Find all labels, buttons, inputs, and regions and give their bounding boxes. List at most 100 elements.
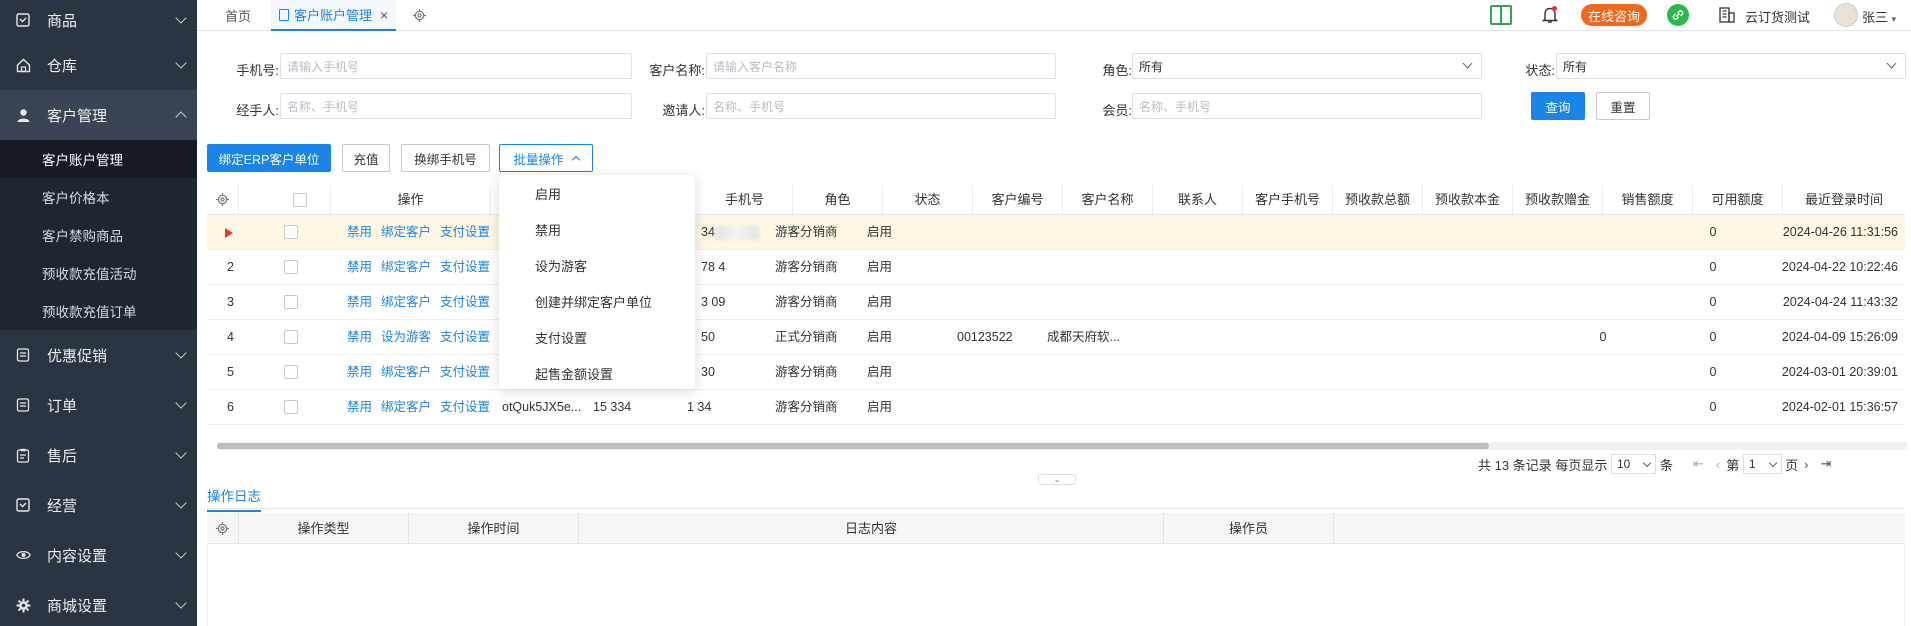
last-login-cell: 2024-04-24 11:43:32 <box>1782 295 1898 309</box>
handler-input[interactable]: 名称、手机号 <box>280 93 632 119</box>
online-consult-button[interactable]: 在线咨询 <box>1581 4 1648 26</box>
row-checkbox[interactable] <box>284 400 298 414</box>
payment-settings-link[interactable]: 支付设置 <box>440 295 490 309</box>
row-checkbox[interactable] <box>284 260 298 274</box>
bind-customer-link[interactable]: 绑定客户 <box>381 365 431 379</box>
menu-item-set-visitor[interactable]: 设为游客 <box>499 249 695 285</box>
scrollbar-thumb[interactable] <box>217 443 1489 449</box>
payment-settings-link[interactable]: 支付设置 <box>440 365 490 379</box>
bind-customer-link[interactable]: 绑定客户 <box>381 260 431 274</box>
sidebar-subitem-prepay-orders[interactable]: 预收款充值订单 <box>0 292 197 330</box>
chevron-up-icon <box>175 111 187 123</box>
status-select[interactable]: 所有 <box>1556 53 1906 79</box>
batch-operation-button[interactable]: 批量操作 <box>499 144 593 172</box>
horizontal-scrollbar[interactable] <box>217 442 1907 450</box>
bind-customer-link[interactable]: 绑定客户 <box>381 400 431 414</box>
disable-link[interactable]: 禁用 <box>347 225 372 239</box>
disable-link[interactable]: 禁用 <box>347 295 372 309</box>
chevron-down-icon: ▾ <box>1891 14 1897 24</box>
table-row[interactable]: 3 禁用 绑定客户 支付设置 3 09 游客分销商 启用 0 2024-04-24 … <box>207 285 1905 320</box>
page-select[interactable]: 1 <box>1742 454 1782 474</box>
table-row[interactable]: 4 禁用 设为游客 支付设置 50 正式分销商 启用 00123522 成都天府软.… <box>207 320 1905 355</box>
panel-splitter-handle[interactable]: ⌄ <box>1038 474 1076 485</box>
bell-icon[interactable] <box>1541 6 1559 23</box>
payment-settings-link[interactable]: 支付设置 <box>440 400 490 414</box>
menu-item-min-amount[interactable]: 起售金额设置 <box>499 357 695 393</box>
payment-settings-link[interactable]: 支付设置 <box>440 260 490 274</box>
sidebar-item-mall-settings[interactable]: 商城设置 <box>0 580 197 626</box>
select-all-checkbox[interactable] <box>293 193 307 207</box>
menu-item-payment-settings[interactable]: 支付设置 <box>499 321 695 357</box>
user-menu[interactable]: 张三 ▾ <box>1862 7 1896 26</box>
tab-settings-gear-icon[interactable] <box>412 0 427 31</box>
prev-page-icon[interactable]: ‹ <box>1716 457 1720 472</box>
sidebar-item-orders[interactable]: 订单 <box>0 380 197 430</box>
tab-customer-account[interactable]: 客户账户管理 × <box>271 0 397 31</box>
sidebar-subitem-account[interactable]: 客户账户管理 <box>0 140 197 178</box>
sidebar-item-customer[interactable]: 客户管理 <box>0 90 197 140</box>
disable-link[interactable]: 禁用 <box>347 260 372 274</box>
list-icon <box>15 347 31 363</box>
first-page-icon[interactable]: ⇤ <box>1693 456 1704 472</box>
table-row[interactable]: 6 禁用 绑定客户 支付设置 otQuk5JX5e... 15 334 1 34 游… <box>207 390 1905 425</box>
row-index-header <box>239 185 269 215</box>
avatar[interactable] <box>1834 3 1858 27</box>
wechat-link-icon[interactable] <box>1667 4 1689 26</box>
row-checkbox[interactable] <box>284 295 298 309</box>
payment-settings-link[interactable]: 支付设置 <box>440 225 490 239</box>
sidebar-item-aftersale[interactable]: 售后 <box>0 430 197 480</box>
chevron-down-icon <box>175 397 187 409</box>
bind-customer-link[interactable]: 绑定客户 <box>381 295 431 309</box>
sidebar-item-content[interactable]: 内容设置 <box>0 530 197 580</box>
menu-item-create-bind-unit[interactable]: 创建并绑定客户单位 <box>499 285 695 321</box>
recharge-button[interactable]: 充值 <box>342 144 390 172</box>
disable-link[interactable]: 禁用 <box>347 330 372 344</box>
disable-link[interactable]: 禁用 <box>347 400 372 414</box>
col-contact: 联系人 <box>1153 185 1243 215</box>
last-page-icon[interactable]: ⇥ <box>1821 456 1832 472</box>
table-row[interactable]: 禁用 绑定客户 支付设置 34 游客分销商 启用 0 2024-04-26 11:3… <box>207 215 1905 250</box>
log-column-settings-gear-icon[interactable] <box>207 513 239 544</box>
sidebar-subitem-prepay-activity[interactable]: 预收款充值活动 <box>0 254 197 292</box>
role-select[interactable]: 所有 <box>1132 53 1482 79</box>
column-settings-gear-icon[interactable] <box>207 185 239 215</box>
sidebar-subitem-banned[interactable]: 客户禁购商品 <box>0 216 197 254</box>
menu-item-disable[interactable]: 禁用 <box>499 213 695 249</box>
pagination: 共 13 条记录 每页显示 10 条 ⇤ ‹ 第 1 页 › ⇥ <box>1478 453 1837 475</box>
row-actions: 禁用 绑定客户 支付设置 <box>347 250 507 285</box>
per-page-label: 每页显示 <box>1555 457 1608 473</box>
sidebar-item-goods[interactable]: 商品 <box>0 0 197 40</box>
tab-home[interactable]: 首页 <box>225 0 251 31</box>
table-row[interactable]: 5 禁用 绑定客户 支付设置 30 游客分销商 启用 0 2024-03-01 20… <box>207 355 1905 390</box>
sidebar-item-promo[interactable]: 优惠促销 <box>0 330 197 380</box>
close-icon[interactable]: × <box>380 7 388 23</box>
query-button[interactable]: 查询 <box>1531 92 1585 120</box>
bind-erp-button[interactable]: 绑定ERP客户单位 <box>207 144 331 172</box>
role-cell: 正式分销商 <box>775 330 838 344</box>
menu-item-enable[interactable]: 启用 <box>499 177 695 213</box>
customer-name-input[interactable]: 请输入客户名称 <box>706 53 1056 79</box>
sidebar-item-warehouse[interactable]: 仓库 <box>0 40 197 90</box>
set-visitor-link[interactable]: 设为游客 <box>381 330 431 344</box>
row-checkbox[interactable] <box>284 330 298 344</box>
disable-link[interactable]: 禁用 <box>347 365 372 379</box>
reset-button[interactable]: 重置 <box>1596 92 1650 120</box>
bind-customer-link[interactable]: 绑定客户 <box>381 225 431 239</box>
sidebar-item-business[interactable]: 经营 <box>0 480 197 530</box>
member-input[interactable]: 名称、手机号 <box>1132 93 1482 119</box>
phone-input[interactable]: 请输入手机号 <box>280 53 632 79</box>
clipboard-icon <box>15 447 31 463</box>
per-page-select[interactable]: 10 <box>1610 454 1657 474</box>
payment-settings-link[interactable]: 支付设置 <box>440 330 490 344</box>
log-col-operator: 操作员 <box>1164 513 1334 544</box>
log-col-time: 操作时间 <box>409 513 579 544</box>
change-phone-button[interactable]: 换绑手机号 <box>401 144 490 172</box>
book-icon[interactable] <box>1490 5 1512 25</box>
next-page-icon[interactable]: › <box>1804 457 1808 472</box>
company-name[interactable]: 云订货测试 <box>1745 7 1810 26</box>
table-row[interactable]: 2 禁用 绑定客户 支付设置 78 4 游客分销商 启用 0 2024-04-22 … <box>207 250 1905 285</box>
row-checkbox[interactable] <box>284 365 298 379</box>
inviter-input[interactable]: 名称、手机号 <box>706 93 1056 119</box>
sidebar-subitem-pricebook[interactable]: 客户价格本 <box>0 178 197 216</box>
row-checkbox[interactable] <box>284 225 298 239</box>
